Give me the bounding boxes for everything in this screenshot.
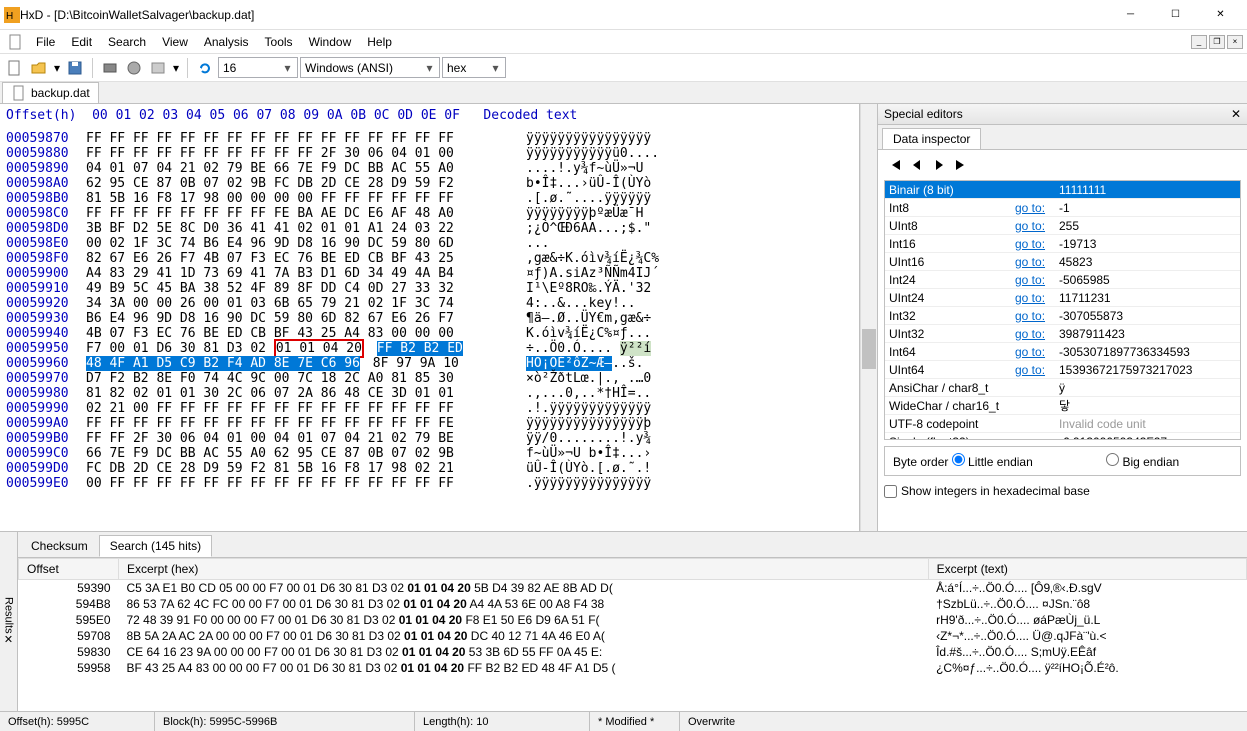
disk-button-1[interactable] [99,57,121,79]
panel-close-button[interactable]: ✕ [1231,107,1241,121]
open-button[interactable] [28,57,50,79]
status-block: Block(h): 5995C-5996B [155,712,415,731]
prev-icon[interactable] [910,158,924,172]
maximize-button[interactable]: ☐ [1153,0,1198,29]
base-combo[interactable]: hex▾ [442,57,506,78]
toolbar: ▾ ▾ 16▾ Windows (ANSI)▾ hex▾ [0,54,1247,82]
statusbar: Offset(h): 5995C Block(h): 5995C-5996B L… [0,711,1247,731]
status-modified: * Modified * [590,712,680,731]
file-tab[interactable]: backup.dat [2,82,99,103]
radio-big-endian[interactable]: Big endian [1106,455,1179,469]
child-restore-button[interactable]: ❐ [1209,35,1225,49]
menu-view[interactable]: View [154,32,196,52]
data-inspector-table[interactable]: Binair (8 bit)11111111Int8go to:-1UInt8g… [884,180,1241,440]
radio-little-endian[interactable]: Little endian [952,455,1033,469]
charset-combo[interactable]: Windows (ANSI)▾ [300,57,440,78]
child-minimize-button[interactable]: _ [1191,35,1207,49]
menu-analysis[interactable]: Analysis [196,32,257,52]
toolbar-dropdown[interactable]: ▾ [171,57,181,79]
file-tabbar: backup.dat [0,82,1247,104]
special-editors-title: Special editors [884,107,963,121]
menubar: File Edit Search View Analysis Tools Win… [0,30,1247,54]
refresh-button[interactable] [194,57,216,79]
status-length: Length(h): 10 [415,712,590,731]
app-icon: H [4,7,20,23]
close-button[interactable]: ✕ [1198,0,1243,29]
menu-help[interactable]: Help [359,32,400,52]
col-excerpt-text[interactable]: Excerpt (text) [928,559,1246,580]
special-editors-panel: Special editors ✕ Data inspector Binair … [877,104,1247,531]
new-button[interactable] [4,57,26,79]
last-icon[interactable] [954,158,968,172]
save-button[interactable] [64,57,86,79]
menu-edit[interactable]: Edit [63,32,100,52]
col-offset[interactable]: Offset [19,559,119,580]
window-title: HxD - [D:\BitcoinWalletSalvager\backup.d… [20,8,1108,22]
menu-search[interactable]: Search [100,32,154,52]
tab-search[interactable]: Search (145 hits) [99,535,212,557]
hex-editor[interactable]: Offset(h) 00 01 02 03 04 05 06 07 08 09 … [0,104,860,531]
disk-button-3[interactable] [147,57,169,79]
document-icon [8,34,24,50]
status-mode: Overwrite [680,712,1247,731]
status-offset: Offset(h): 5995C [0,712,155,731]
minimize-button[interactable]: ─ [1108,0,1153,29]
tab-checksum[interactable]: Checksum [20,535,99,557]
titlebar: H HxD - [D:\BitcoinWalletSalvager\backup… [0,0,1247,30]
next-icon[interactable] [932,158,946,172]
svg-text:H: H [6,11,13,22]
bytes-per-row-combo[interactable]: 16▾ [218,57,298,78]
open-dropdown[interactable]: ▾ [52,57,62,79]
results-grid[interactable]: Offset Excerpt (hex) Excerpt (text) 5939… [18,558,1247,711]
results-handle[interactable]: Results ✕ [0,532,18,711]
disk-button-2[interactable] [123,57,145,79]
byte-order-group: Byte order Little endian Big endian [884,446,1241,476]
col-excerpt-hex[interactable]: Excerpt (hex) [119,559,929,580]
hex-scrollbar[interactable] [860,104,877,531]
file-icon [11,85,27,101]
menu-file[interactable]: File [28,32,63,52]
child-close-button[interactable]: × [1227,35,1243,49]
first-icon[interactable] [888,158,902,172]
tab-data-inspector[interactable]: Data inspector [882,128,981,149]
menu-window[interactable]: Window [301,32,360,52]
show-hex-checkbox[interactable]: Show integers in hexadecimal base [884,484,1241,498]
menu-tools[interactable]: Tools [257,32,301,52]
